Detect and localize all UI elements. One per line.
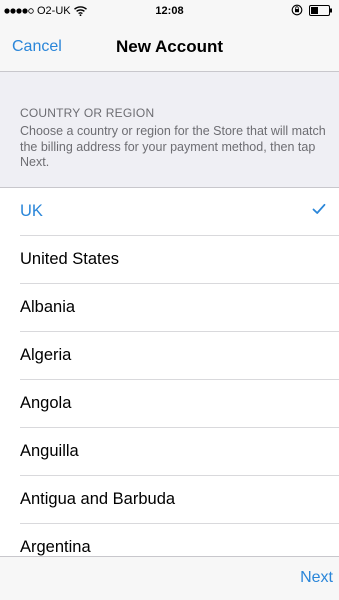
- battery-icon: [309, 4, 332, 16]
- country-label: Argentina: [20, 538, 91, 556]
- country-label: Antigua and Barbuda: [20, 490, 176, 508]
- country-label: Albania: [20, 298, 76, 316]
- status-right: [291, 4, 333, 16]
- section-description: Choose a country or region for the Store…: [20, 124, 326, 169]
- bottom-toolbar: Next: [0, 556, 339, 600]
- country-list: UK United States Albania Algeria Angola …: [0, 188, 339, 572]
- checkmark-icon: [312, 203, 326, 214]
- country-row-albania[interactable]: Albania: [0, 284, 339, 332]
- country-label: United States: [20, 250, 120, 268]
- section-title: COUNTRY OR REGION: [20, 106, 155, 120]
- country-row-angola[interactable]: Angola: [0, 380, 339, 428]
- country-row-united-states[interactable]: United States: [0, 236, 339, 284]
- country-row-uk[interactable]: UK: [0, 188, 339, 236]
- country-row-antigua-and-barbuda[interactable]: Antigua and Barbuda: [0, 476, 339, 524]
- status-time: 12:08: [155, 5, 184, 17]
- status-bar: O2-UK 12:08: [0, 0, 339, 22]
- country-label: Algeria: [20, 346, 72, 364]
- next-button[interactable]: Next: [300, 569, 333, 587]
- country-row-anguilla[interactable]: Anguilla: [0, 428, 339, 476]
- navigation-bar: Cancel New Account: [0, 22, 339, 72]
- page-title: New Account: [115, 37, 224, 56]
- country-label: Anguilla: [20, 442, 79, 460]
- country-label: UK: [20, 202, 43, 220]
- country-section-header: COUNTRY OR REGION Choose a country or re…: [0, 72, 339, 188]
- country-row-algeria[interactable]: Algeria: [0, 332, 339, 380]
- country-label: Angola: [20, 394, 72, 412]
- rotation-lock-icon: [291, 4, 303, 16]
